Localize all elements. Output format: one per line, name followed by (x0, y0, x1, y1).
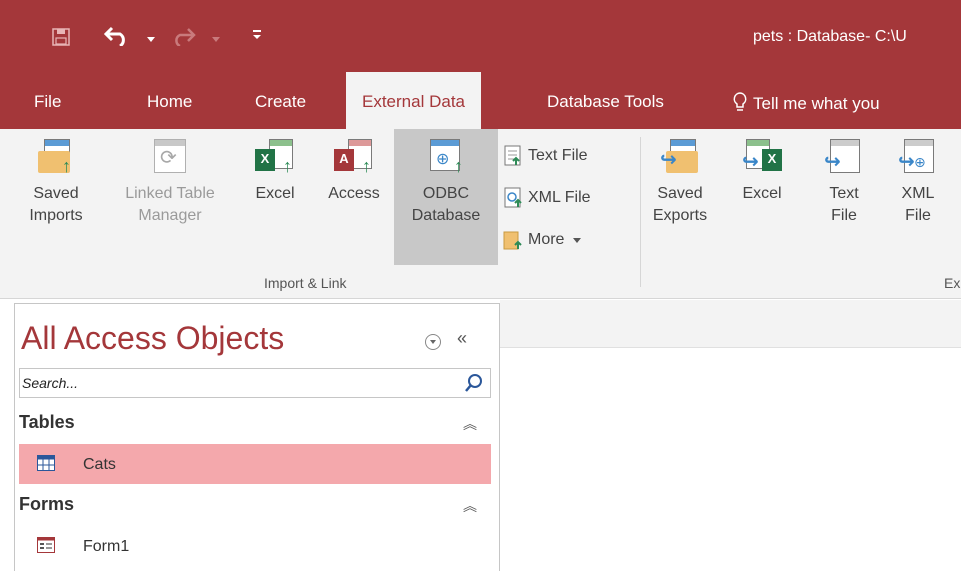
saved-exports-label-2: Exports (652, 207, 708, 224)
import-text-file-button[interactable]: Text File (502, 145, 588, 167)
tab-database-tools[interactable]: Database Tools (547, 92, 664, 112)
xml-file-icon (502, 187, 524, 209)
customize-qat-icon[interactable] (252, 28, 262, 46)
saved-imports-label-2: Imports (29, 207, 83, 224)
save-icon[interactable] (52, 28, 70, 51)
tab-external-data[interactable]: External Data (346, 72, 481, 129)
export-excel-button[interactable]: X ↪ Excel (732, 137, 792, 205)
odbc-database-label-2: Database (411, 207, 481, 224)
import-access-button[interactable]: A ↑ Access (316, 137, 392, 205)
import-link-group-label: Import & Link (264, 275, 347, 291)
access-import-icon: A ↑ (334, 137, 374, 177)
import-xml-file-label: XML File (528, 189, 591, 207)
export-excel-label: Excel (742, 185, 782, 202)
collapse-chevron-icon[interactable]: ︽ (463, 414, 477, 434)
document-area-strip (500, 300, 961, 348)
saved-exports-label-1: Saved (657, 185, 703, 202)
tell-me-label: Tell me what you (753, 94, 880, 113)
nav-item-label: Cats (83, 456, 116, 473)
navigation-pane: All Access Objects « Tables ︽ Cats Forms… (14, 303, 500, 571)
category-tables-label: Tables (19, 412, 75, 432)
xml-file-export-icon: ⊕ ↪ (898, 137, 938, 177)
window-title: pets : Database- C:\U (753, 28, 907, 45)
export-group-label: Ex (944, 275, 961, 291)
linked-table-manager-label-2: Manager (138, 207, 202, 224)
table-icon (37, 455, 55, 471)
import-access-label: Access (328, 185, 380, 202)
form-icon (37, 537, 55, 553)
undo-icon[interactable] (103, 24, 130, 51)
import-excel-button[interactable]: X ↑ Excel (246, 137, 304, 205)
import-xml-file-button[interactable]: XML File (502, 187, 591, 209)
excel-export-icon: X ↪ (742, 137, 782, 177)
nav-item-label: Form1 (83, 538, 130, 555)
ribbon: ↑ Saved Imports ⟳ Linked Table Manager X… (0, 129, 961, 299)
linked-table-manager-button[interactable]: ⟳ Linked Table Manager (100, 137, 240, 227)
search-icon[interactable] (464, 373, 484, 393)
saved-imports-icon: ↑ (36, 137, 76, 177)
search-box (19, 368, 491, 398)
more-import-icon (502, 229, 524, 251)
tab-file[interactable]: File (34, 92, 61, 112)
chevron-down-icon (572, 231, 581, 249)
ribbon-tabs: File Home Create External Data Database … (0, 72, 961, 129)
import-excel-label: Excel (255, 185, 295, 202)
saved-imports-label-1: Saved (33, 185, 79, 202)
odbc-database-button[interactable]: ⊕ ↑ ODBC Database (394, 129, 498, 265)
import-more-label: More (528, 231, 565, 249)
group-separator (640, 137, 641, 287)
redo-icon[interactable] (172, 26, 196, 51)
saved-exports-icon: ↪ (660, 137, 700, 177)
export-xml-file-label-1: XML (901, 185, 935, 202)
export-xml-file-label-2: File (905, 207, 931, 224)
export-text-file-button[interactable]: ↪ Text File (814, 137, 874, 227)
nav-menu-dropdown-icon[interactable] (425, 334, 441, 350)
search-input[interactable] (22, 373, 452, 393)
saved-imports-button[interactable]: ↑ Saved Imports (16, 137, 96, 227)
text-file-icon (502, 145, 524, 167)
odbc-database-icon: ⊕ ↑ (426, 137, 466, 177)
category-forms-label: Forms (19, 494, 75, 514)
linked-table-manager-icon: ⟳ (150, 137, 190, 177)
export-text-file-label-2: File (831, 207, 857, 224)
export-xml-file-button[interactable]: ⊕ ↪ XML File (888, 137, 948, 227)
export-text-file-label-1: Text (829, 185, 859, 202)
text-file-export-icon: ↪ (824, 137, 864, 177)
collapse-pane-icon[interactable]: « (457, 328, 467, 349)
nav-item-form1[interactable]: Form1 (19, 526, 491, 566)
saved-exports-button[interactable]: ↪ Saved Exports (648, 137, 712, 227)
import-text-file-label: Text File (528, 147, 588, 165)
import-more-button[interactable]: More (502, 229, 581, 251)
category-forms[interactable]: Forms ︽ (19, 490, 491, 522)
nav-pane-title[interactable]: All Access Objects (21, 320, 284, 357)
lightbulb-icon (733, 92, 747, 117)
linked-table-manager-label-1: Linked Table (125, 185, 215, 202)
odbc-database-label-1: ODBC (422, 185, 470, 202)
redo-dropdown-icon[interactable] (212, 30, 220, 48)
undo-dropdown-icon[interactable] (147, 30, 155, 48)
tab-tell-me[interactable]: Tell me what you (733, 92, 880, 117)
excel-import-icon: X ↑ (255, 137, 295, 177)
title-bar: pets : Database- C:\U (0, 0, 961, 72)
collapse-chevron-icon[interactable]: ︽ (463, 496, 477, 516)
tab-home[interactable]: Home (147, 92, 192, 112)
tab-create[interactable]: Create (255, 92, 306, 112)
nav-item-cats[interactable]: Cats (19, 444, 491, 484)
category-tables[interactable]: Tables ︽ (19, 408, 491, 440)
